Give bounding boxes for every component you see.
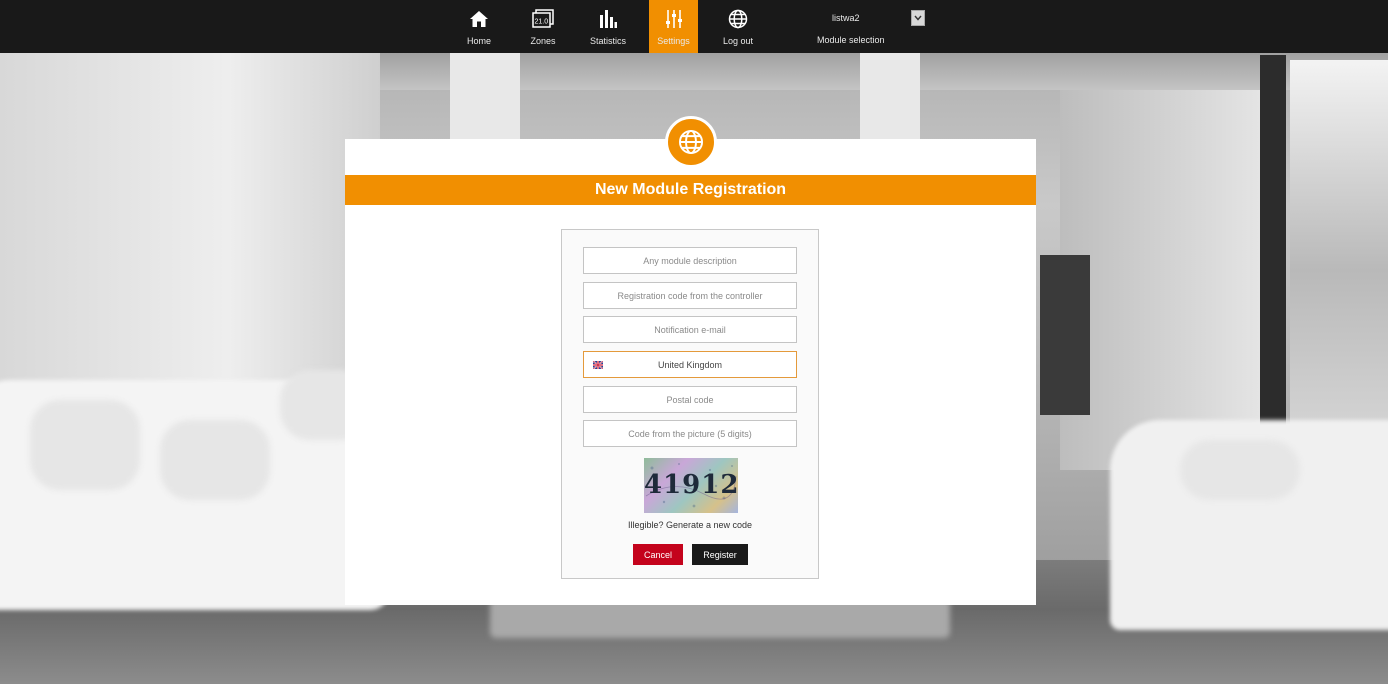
zones-badge: 21.0 [535,19,549,26]
nav-home-label: Home [466,36,491,46]
nav-zones[interactable]: 21.0 Zones [520,0,566,53]
module-select-dropdown[interactable] [911,10,925,26]
module-name: listwa2 [832,13,860,23]
registration-card: New Module Registration United Kingdom [345,139,1036,605]
chevron-down-icon [914,15,922,21]
card-title: New Module Registration [345,175,1036,205]
register-button[interactable]: Register [692,544,748,565]
postal-code-input[interactable] [583,386,797,413]
captcha-text: 41912 [644,470,740,500]
captcha-code-input[interactable] [583,420,797,447]
captcha-image: 41912 [644,458,738,513]
nav-settings[interactable]: Settings [649,0,698,53]
module-selection-caption: Module selection [817,35,885,45]
nav-home[interactable]: Home [455,0,503,53]
nav-statistics[interactable]: Statistics [584,0,632,53]
nav-log-out-label: Log out [722,36,754,46]
zones-icon: 21.0 [532,9,554,34]
home-icon [469,9,489,34]
nav-settings-label: Settings [657,36,690,46]
nav-log-out[interactable]: Log out [714,0,762,53]
top-navigation-bar: Home 21.0 Zones Statistics Settings Log … [0,0,1388,53]
statistics-icon [598,9,618,34]
country-select[interactable]: United Kingdom [583,351,797,378]
nav-statistics-label: Statistics [589,36,626,46]
settings-icon [664,9,684,34]
registration-form: United Kingdom 41912 Illegible? Generate… [561,229,819,579]
globe-icon [678,129,704,155]
generate-new-code-link[interactable]: Illegible? Generate a new code [562,520,818,530]
country-value: United Kingdom [657,360,723,370]
globe-icon [728,9,748,34]
registration-globe-badge [665,116,717,168]
registration-code-input[interactable] [583,282,797,309]
nav-zones-label: Zones [530,36,556,46]
module-description-input[interactable] [583,247,797,274]
notification-email-input[interactable] [583,316,797,343]
cancel-button[interactable]: Cancel [633,544,683,565]
